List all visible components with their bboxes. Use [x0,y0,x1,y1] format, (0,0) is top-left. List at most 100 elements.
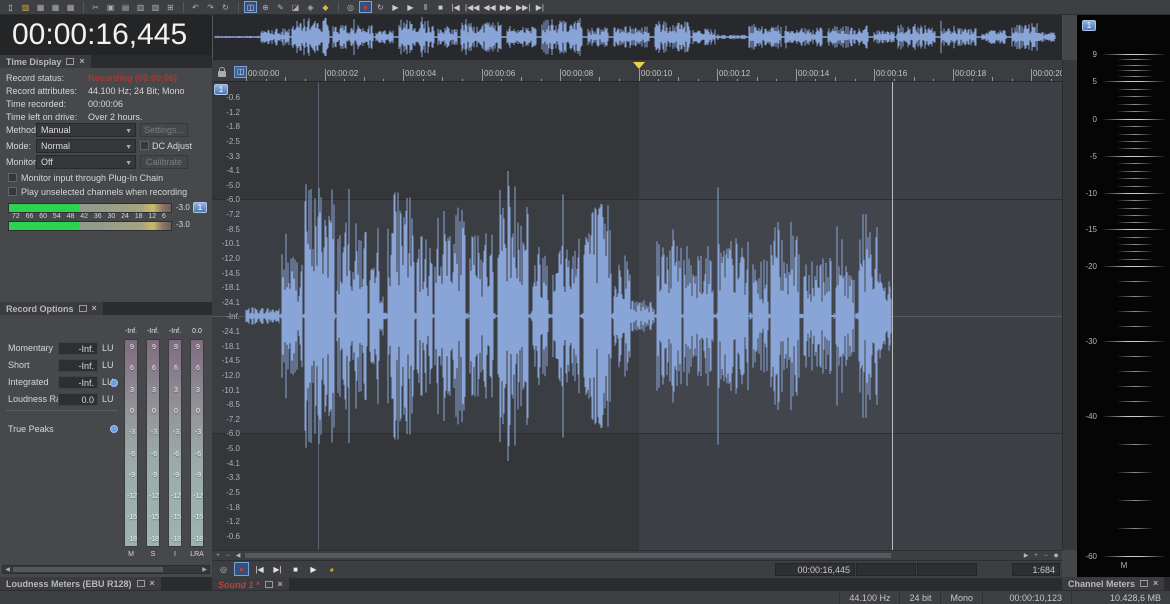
close-icon[interactable]: × [79,57,84,66]
mode-select[interactable]: Normal ▼ [36,139,136,153]
zoom-selection-icon[interactable]: ◆ [1051,552,1061,560]
stop-icon[interactable]: ■ [288,562,303,576]
divider [6,410,118,411]
waveform-canvas[interactable]: 1 -0.6-1.2-1.8-2.5-3.3-4.1-5.0-6.0-7.2-8… [212,82,1062,550]
forward-icon[interactable]: ▶▶ [499,1,513,13]
record-remote-icon[interactable]: ◎ [344,1,357,13]
record-icon[interactable]: ● [234,562,249,576]
time-display[interactable]: 00:00:16,445 [0,15,212,55]
play-icon[interactable]: ▶ [306,562,321,576]
zoom-in-icon[interactable]: + [213,552,223,560]
redo-icon[interactable]: ↷ [204,1,217,13]
restore-window-icon[interactable] [137,580,145,587]
save-as-icon[interactable]: ▦ [49,1,62,13]
rewind-icon[interactable]: ◀◀ [482,1,496,13]
loudness-scrollbar[interactable]: ◀ ▶ [2,565,210,574]
play-plugin-chain-icon[interactable]: ▶ [389,1,402,13]
selection-start-box[interactable] [856,563,916,576]
tab-loudness-meters[interactable]: Loudness Meters (EBU R128) × [0,577,162,590]
go-to-start-icon[interactable]: |◀ [449,1,462,13]
restore-window-icon[interactable] [1140,580,1148,587]
calibrate-button[interactable]: Calibrate [140,155,188,169]
channel-meter-scale-label: -5 [1077,152,1097,161]
scroll-right-icon[interactable]: ▶ [200,566,209,573]
horizontal-scrollbar[interactable]: + − ◀ ▶ + − ◆ [212,550,1062,560]
pencil-tool-icon[interactable]: ✎ [274,1,287,13]
save-all-icon[interactable]: ▦ [64,1,77,13]
scroll-left-icon[interactable]: ◀ [233,552,243,560]
close-icon[interactable]: × [1153,579,1158,588]
scrollbar-thumb[interactable] [245,553,891,558]
undo-icon[interactable]: ↶ [189,1,202,13]
record-meter-tick-label: 48 [67,213,75,220]
restore-window-icon[interactable] [265,581,273,588]
mix-paste-icon[interactable]: ▥ [134,1,147,13]
loudness-meter-scale-label: -6 [168,451,184,458]
event-tool-icon[interactable]: ◈ [304,1,317,13]
close-icon[interactable]: × [150,579,155,588]
loop-playback-icon[interactable]: ↻ [374,1,387,13]
close-icon[interactable]: × [92,304,97,313]
restore-window-icon[interactable] [66,58,74,65]
go-to-end-icon[interactable]: ▶| [533,1,546,13]
tab-time-display[interactable]: Time Display × [0,55,92,68]
selection-end-box[interactable] [917,563,977,576]
scrollbar-thumb[interactable] [13,567,163,572]
paste-icon[interactable]: ▤ [119,1,132,13]
zoom-out-time-icon[interactable]: − [1041,552,1051,560]
trim-icon[interactable]: ⊞ [164,1,177,13]
record-channel-badge[interactable]: 1 [193,202,207,213]
record-icon[interactable]: ● [359,1,372,13]
selection-start-marker[interactable] [633,62,645,69]
zoom-out-icon[interactable]: − [223,552,233,560]
open-file-icon[interactable]: ▨ [19,1,32,13]
play-unselected-checkbox[interactable] [8,187,17,196]
play-unselected-label: Play unselected channels when recording [21,187,187,197]
pause-icon[interactable]: ‖ [419,1,432,13]
time-ruler[interactable]: ◫ 00:00:0000:00:0200:00:0400:00:0600:00:… [212,60,1062,82]
plugin-chain-checkbox[interactable] [8,173,17,182]
new-file-icon[interactable]: ▯ [4,1,17,13]
waveform-overview[interactable] [212,15,1062,60]
record-remote-icon[interactable]: ◎ [216,562,231,576]
cut-icon[interactable]: ✂ [89,1,102,13]
copy-icon[interactable]: ▣ [104,1,117,13]
ruler-tick [698,79,699,81]
previous-marker-icon[interactable]: |◀◀ [464,1,480,13]
go-to-end-icon[interactable]: ▶| [270,562,285,576]
magnify-tool-icon[interactable]: ⊕ [259,1,272,13]
scroll-right-icon[interactable]: ▶ [1021,552,1031,560]
envelope-tool-icon[interactable]: ◪ [289,1,302,13]
play-device-icon[interactable]: ◕ [324,562,339,576]
go-to-start-icon[interactable]: |◀ [252,562,267,576]
save-icon[interactable]: ▦ [34,1,47,13]
next-marker-icon[interactable]: ▶▶| [515,1,531,13]
channel-meter-minor-tick [1117,311,1153,312]
true-peaks-indicator[interactable] [110,425,118,433]
repeat-icon[interactable]: ↻ [219,1,232,13]
zoom-in-time-icon[interactable]: + [1031,552,1041,560]
loudness-indicator[interactable] [110,379,118,387]
vertical-scrollbar[interactable] [1062,60,1077,550]
stop-icon[interactable]: ■ [434,1,447,13]
paste-to-new-icon[interactable]: ▧ [149,1,162,13]
position-box[interactable]: 00:00:16,445 [775,563,855,576]
zoom-ratio-box[interactable]: 1:684 [1012,563,1060,576]
restore-window-icon[interactable] [79,305,87,312]
ruler-tick [992,77,993,81]
method-select[interactable]: Manual ▼ [36,123,136,137]
play-icon[interactable]: ▶ [404,1,417,13]
settings-button[interactable]: Settings... [140,123,188,137]
tab-channel-meters[interactable]: Channel Meters × [1062,577,1165,590]
hand-tool-icon[interactable]: ◆ [319,1,332,13]
dc-adjust-checkbox[interactable] [140,141,149,150]
scroll-left-icon[interactable]: ◀ [3,566,12,573]
channel-meters-badge[interactable]: 1 [1082,20,1096,31]
ruler-label: 00:00:06 [484,69,515,78]
edit-tool-icon[interactable]: ◫ [244,1,257,13]
lock-icon[interactable] [218,71,226,77]
playback-cursor [892,82,893,550]
tab-record-options[interactable]: Record Options × [0,302,104,315]
close-icon[interactable]: × [278,580,283,589]
monitor-select[interactable]: Off ▼ [36,155,136,169]
